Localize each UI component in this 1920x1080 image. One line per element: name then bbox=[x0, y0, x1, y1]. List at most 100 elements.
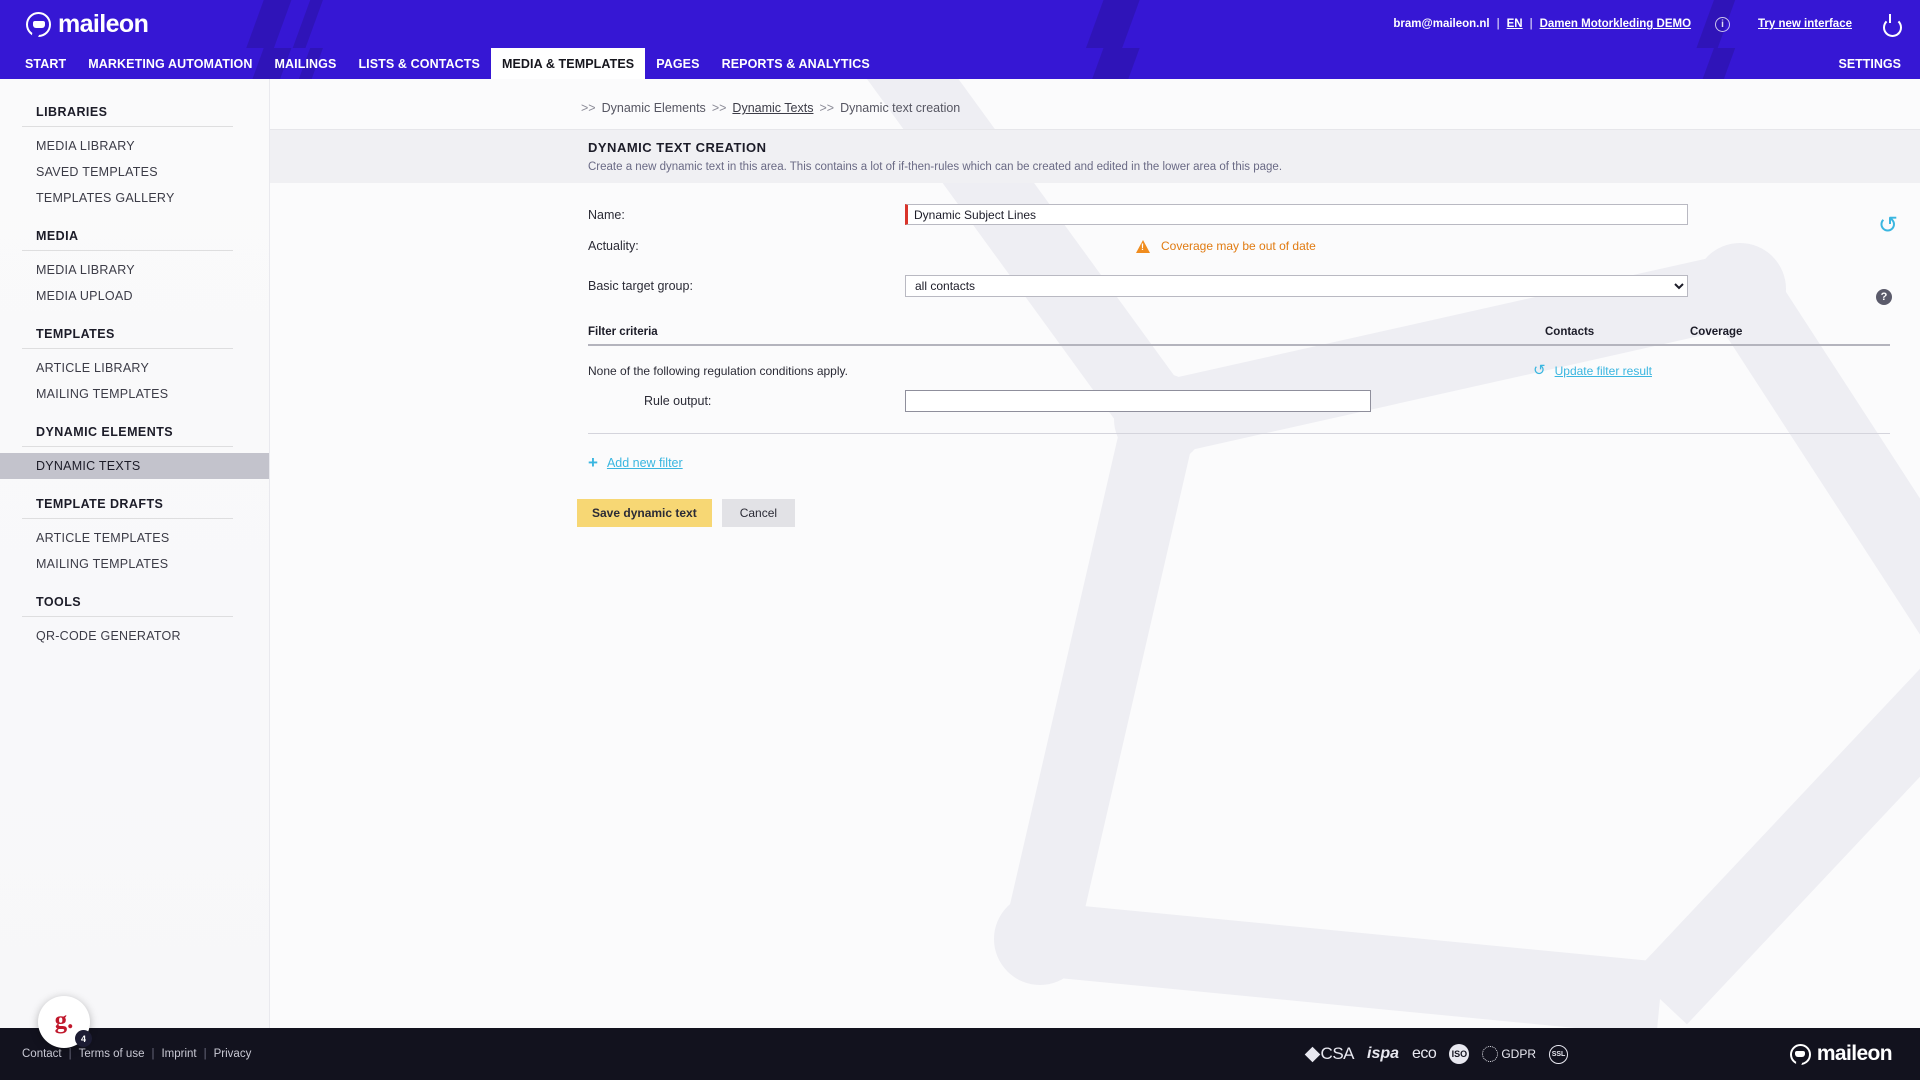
breadcrumb: >> Dynamic Elements >> Dynamic Texts >> … bbox=[270, 79, 1920, 115]
rule-output-row: Rule output: bbox=[588, 390, 1890, 434]
filter-table-header: Filter criteria Contacts Coverage bbox=[588, 326, 1890, 346]
footer-logo: maileon bbox=[1789, 1042, 1893, 1066]
nav-item-start[interactable]: START bbox=[14, 48, 77, 79]
sidebar-item-article-templates[interactable]: ARTICLE TEMPLATES bbox=[0, 525, 269, 551]
sidebar-group-title: TOOLS bbox=[36, 595, 82, 609]
page-body: LIBRARIES MEDIA LIBRARY SAVED TEMPLATES … bbox=[0, 79, 1920, 1028]
nav-item-reports-analytics[interactable]: REPORTS & ANALYTICS bbox=[711, 48, 881, 79]
column-header-filter-criteria: Filter criteria bbox=[588, 326, 658, 338]
diamond-icon bbox=[1304, 1046, 1320, 1062]
update-filter-result[interactable]: ↻ Update filter result bbox=[1533, 362, 1652, 379]
target-group-row: Basic target group: all contacts bbox=[588, 275, 1890, 297]
rule-output-label: Rule output: bbox=[644, 394, 712, 408]
breadcrumb-item-dynamic-elements: Dynamic Elements bbox=[601, 101, 706, 115]
footer-separator-3: | bbox=[203, 1048, 207, 1060]
name-label: Name: bbox=[588, 207, 625, 222]
refresh-icon[interactable]: ↻ bbox=[1878, 212, 1898, 239]
top-header: maileon bram@maileon.nl | EN | Damen Mot… bbox=[0, 0, 1920, 48]
power-icon[interactable] bbox=[1882, 14, 1902, 37]
sidebar-group-title: LIBRARIES bbox=[36, 105, 108, 119]
help-icon[interactable]: ? bbox=[1876, 289, 1892, 305]
header-separator-1: | bbox=[1496, 18, 1500, 30]
sidebar-group-template-drafts: TEMPLATE DRAFTS ARTICLE TEMPLATES MAILIN… bbox=[0, 483, 269, 577]
sidebar-item-dynamic-texts[interactable]: DYNAMIC TEXTS bbox=[0, 453, 269, 479]
add-new-filter-row[interactable]: + Add new filter bbox=[588, 454, 1890, 471]
try-new-interface-link[interactable]: Try new interface bbox=[1758, 18, 1852, 30]
sidebar-divider bbox=[22, 126, 233, 127]
sidebar-item-mailing-templates[interactable]: MAILING TEMPLATES bbox=[0, 381, 269, 407]
support-widget-button[interactable]: g. 4 bbox=[38, 996, 92, 1048]
sidebar-item-mailing-templates-2[interactable]: MAILING TEMPLATES bbox=[0, 551, 269, 577]
maileon-logo[interactable]: maileon bbox=[26, 10, 149, 39]
sidebar-group-title: TEMPLATES bbox=[36, 327, 115, 341]
widget-notification-badge: 4 bbox=[75, 1030, 92, 1047]
footer-links: Contact | Terms of use | Imprint | Priva… bbox=[22, 1048, 251, 1060]
plus-icon[interactable]: + bbox=[588, 454, 598, 471]
cancel-button[interactable]: Cancel bbox=[721, 499, 796, 527]
sidebar-group-dynamic-elements: DYNAMIC ELEMENTS DYNAMIC TEXTS bbox=[0, 411, 269, 479]
sidebar-group-templates: TEMPLATES ARTICLE LIBRARY MAILING TEMPLA… bbox=[0, 313, 269, 407]
actuality-label: Actuality: bbox=[588, 239, 639, 253]
nav-item-mailings[interactable]: MAILINGS bbox=[264, 48, 348, 79]
header-account-area: bram@maileon.nl | EN | Damen Motorkledin… bbox=[1393, 14, 1902, 37]
footer-separator-1: | bbox=[68, 1048, 72, 1060]
maileon-logo-icon bbox=[26, 11, 51, 38]
sidebar-item-article-library[interactable]: ARTICLE LIBRARY bbox=[0, 355, 269, 381]
gdpr-badge-label: GDPR bbox=[1501, 1047, 1536, 1061]
sidebar-item-templates-gallery[interactable]: TEMPLATES GALLERY bbox=[0, 185, 269, 211]
footer-link-terms[interactable]: Terms of use bbox=[79, 1048, 145, 1060]
save-dynamic-text-button[interactable]: Save dynamic text bbox=[577, 499, 712, 527]
name-input[interactable] bbox=[905, 204, 1688, 225]
name-row: Name: bbox=[588, 204, 1890, 225]
footer: Contact | Terms of use | Imprint | Priva… bbox=[0, 1028, 1920, 1080]
footer-link-imprint[interactable]: Imprint bbox=[161, 1048, 196, 1060]
sidebar-group-media: MEDIA MEDIA LIBRARY MEDIA UPLOAD bbox=[0, 215, 269, 309]
update-filter-result-link[interactable]: Update filter result bbox=[1555, 364, 1652, 378]
breadcrumb-item-current: Dynamic text creation bbox=[840, 101, 961, 115]
certification-badges: CSA ispa eco ISO GDPR SSL bbox=[1304, 1044, 1568, 1064]
no-conditions-row: None of the following regulation conditi… bbox=[588, 362, 1890, 379]
column-header-coverage: Coverage bbox=[1690, 326, 1743, 338]
sidebar-divider bbox=[22, 518, 233, 519]
target-group-select[interactable]: all contacts bbox=[905, 275, 1688, 297]
nav-item-settings[interactable]: SETTINGS bbox=[1838, 48, 1901, 79]
sidebar-divider bbox=[22, 446, 233, 447]
sidebar-item-media-upload[interactable]: MEDIA UPLOAD bbox=[0, 283, 269, 309]
warning-triangle-icon bbox=[1136, 239, 1150, 253]
sidebar-item-media-library-2[interactable]: MEDIA LIBRARY bbox=[0, 257, 269, 283]
nav-item-media-templates[interactable]: MEDIA & TEMPLATES bbox=[490, 48, 646, 79]
actuality-row: Actuality: Coverage may be out of date bbox=[588, 239, 1890, 253]
nav-item-pages[interactable]: PAGES bbox=[645, 48, 710, 79]
sidebar-divider bbox=[22, 348, 233, 349]
eco-badge: eco bbox=[1412, 1045, 1437, 1062]
page-title: DYNAMIC TEXT CREATION bbox=[588, 140, 767, 155]
page-description: Create a new dynamic text in this area. … bbox=[588, 161, 1283, 173]
language-switch[interactable]: EN bbox=[1507, 18, 1523, 30]
account-selector[interactable]: Damen Motorkleding DEMO bbox=[1540, 18, 1691, 30]
nav-item-marketing-automation[interactable]: MARKETING AUTOMATION bbox=[77, 48, 263, 79]
footer-link-privacy[interactable]: Privacy bbox=[214, 1048, 252, 1060]
csa-badge-label: CSA bbox=[1320, 1044, 1355, 1063]
sidebar-group-title: MEDIA bbox=[36, 229, 79, 243]
maileon-logo-icon bbox=[1789, 1043, 1811, 1066]
rule-output-input[interactable] bbox=[905, 390, 1371, 412]
nav-items: START MARKETING AUTOMATION MAILINGS LIST… bbox=[14, 48, 881, 79]
action-buttons: Save dynamic text Cancel bbox=[577, 499, 1890, 527]
main-navigation: START MARKETING AUTOMATION MAILINGS LIST… bbox=[0, 48, 1920, 79]
breadcrumb-item-dynamic-texts[interactable]: Dynamic Texts bbox=[732, 101, 813, 115]
column-header-contacts: Contacts bbox=[1545, 326, 1595, 338]
sidebar-item-saved-templates[interactable]: SAVED TEMPLATES bbox=[0, 159, 269, 185]
sidebar-divider bbox=[22, 250, 233, 251]
breadcrumb-arrow-2: >> bbox=[711, 101, 727, 115]
nav-item-lists-contacts[interactable]: LISTS & CONTACTS bbox=[347, 48, 491, 79]
add-new-filter-link[interactable]: Add new filter bbox=[607, 456, 683, 470]
sidebar-item-media-library[interactable]: MEDIA LIBRARY bbox=[0, 133, 269, 159]
sidebar-group-title: TEMPLATE DRAFTS bbox=[36, 497, 164, 511]
info-icon[interactable]: i bbox=[1715, 16, 1731, 32]
footer-link-contact[interactable]: Contact bbox=[22, 1048, 62, 1060]
breadcrumb-arrow-3: >> bbox=[819, 101, 835, 115]
user-email: bram@maileon.nl bbox=[1393, 18, 1490, 30]
iso-badge: ISO bbox=[1449, 1044, 1470, 1064]
actuality-warning: Coverage may be out of date bbox=[1136, 239, 1316, 253]
sidebar-item-qr-code-generator[interactable]: QR-CODE GENERATOR bbox=[0, 623, 269, 649]
